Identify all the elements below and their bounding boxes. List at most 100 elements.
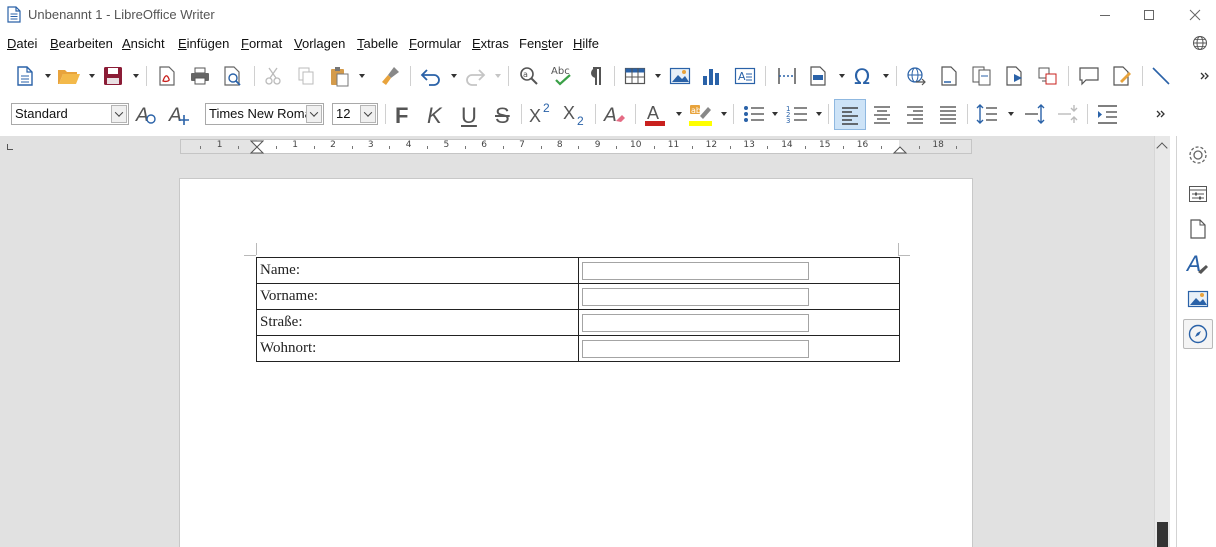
- document-page[interactable]: Name: Vorname: Straße: Wohnort:: [179, 178, 973, 547]
- save-dropdown-arrow[interactable]: [133, 74, 139, 78]
- table-dropdown-arrow[interactable]: [655, 74, 661, 78]
- sidebar-navigator-tab[interactable]: [1183, 319, 1213, 349]
- minimize-button[interactable]: [1082, 0, 1128, 30]
- update-style-button[interactable]: A: [134, 100, 160, 128]
- paragraph-style-combo[interactable]: Standard: [11, 103, 129, 125]
- increase-paragraph-spacing-button[interactable]: [1021, 100, 1047, 128]
- cross-ref-field-button[interactable]: [1035, 62, 1061, 90]
- cut-button[interactable]: [260, 62, 286, 90]
- print-button[interactable]: [187, 62, 213, 90]
- line-spacing-button[interactable]: [974, 100, 1000, 128]
- undo-dropdown-arrow[interactable]: [451, 74, 457, 78]
- special-character-dropdown-arrow[interactable]: [883, 74, 889, 78]
- insert-table-button[interactable]: [622, 62, 648, 90]
- spelling-button[interactable]: Abc: [549, 62, 575, 90]
- menu-bearbeiten[interactable]: Bearbeiten: [50, 36, 113, 51]
- cross-reference-button[interactable]: [969, 62, 995, 90]
- menu-einfuegen[interactable]: Einfügen: [178, 36, 229, 51]
- undo-button[interactable]: [418, 62, 444, 90]
- scroll-up-icon[interactable]: [1156, 142, 1168, 154]
- export-pdf-button[interactable]: [154, 62, 180, 90]
- numbering-dropdown-arrow[interactable]: [816, 112, 822, 116]
- field-dropdown-arrow[interactable]: [839, 74, 845, 78]
- paste-button[interactable]: [326, 62, 352, 90]
- italic-button[interactable]: K: [422, 100, 448, 128]
- new-style-button[interactable]: A: [167, 100, 193, 128]
- scrollbar-thumb[interactable]: [1157, 522, 1168, 547]
- formatting-overflow-button[interactable]: [1152, 100, 1170, 128]
- insert-comment-button[interactable]: [1076, 62, 1102, 90]
- align-right-button[interactable]: [902, 100, 928, 128]
- strasse-field[interactable]: [582, 313, 809, 332]
- vorname-field[interactable]: [582, 287, 809, 306]
- menu-extras[interactable]: Extras: [472, 36, 509, 51]
- subscript-button[interactable]: X2: [562, 100, 588, 128]
- page-break-button[interactable]: [774, 62, 800, 90]
- font-size-combo[interactable]: 12: [332, 103, 378, 125]
- print-preview-button[interactable]: [220, 62, 246, 90]
- insert-line-button[interactable]: [1148, 62, 1174, 90]
- new-dropdown-arrow[interactable]: [45, 74, 51, 78]
- highlight-color-dropdown-arrow[interactable]: [721, 112, 727, 116]
- redo-dropdown-arrow[interactable]: [495, 74, 501, 78]
- formatting-marks-button[interactable]: [581, 62, 607, 90]
- bullets-dropdown-arrow[interactable]: [772, 112, 778, 116]
- sidebar-gallery-tab[interactable]: [1183, 284, 1213, 314]
- decrease-paragraph-spacing-button[interactable]: [1054, 100, 1080, 128]
- paste-dropdown-arrow[interactable]: [359, 74, 365, 78]
- redo-button[interactable]: [462, 62, 488, 90]
- align-center-button[interactable]: [869, 100, 895, 128]
- new-document-button[interactable]: [12, 62, 38, 90]
- document-workspace[interactable]: 1 1 2 3 4 5 6 7 8 9 10 11 12 13 14 15 16 18 Name: Vorname…: [0, 136, 1154, 547]
- menu-ansicht[interactable]: Ansicht: [122, 36, 165, 51]
- underline-button[interactable]: U: [455, 100, 481, 128]
- special-character-button[interactable]: Ω: [850, 62, 876, 90]
- bold-button[interactable]: F: [390, 100, 416, 128]
- open-dropdown-arrow[interactable]: [89, 74, 95, 78]
- sidebar-menu-button[interactable]: [1183, 140, 1213, 170]
- menu-tabelle[interactable]: Tabelle: [357, 36, 398, 51]
- highlight-color-button[interactable]: ab: [688, 100, 714, 128]
- font-name-dropdown-arrow[interactable]: [306, 105, 322, 123]
- align-left-button[interactable]: [834, 99, 866, 130]
- copy-button[interactable]: [293, 62, 319, 90]
- insert-chart-button[interactable]: [699, 62, 725, 90]
- track-changes-button[interactable]: [1109, 62, 1135, 90]
- numbering-button[interactable]: 123: [784, 100, 810, 128]
- bullets-button[interactable]: [741, 100, 767, 128]
- maximize-button[interactable]: [1126, 0, 1172, 30]
- left-indent-marker[interactable]: [250, 140, 264, 154]
- bookmark-button[interactable]: [1002, 62, 1028, 90]
- name-field[interactable]: [582, 261, 809, 280]
- menu-formular[interactable]: Formular: [409, 36, 461, 51]
- tab-stop-selector[interactable]: [7, 144, 13, 150]
- sidebar-page-tab[interactable]: [1183, 214, 1213, 244]
- insert-image-button[interactable]: [667, 62, 693, 90]
- insert-textbox-button[interactable]: A: [732, 62, 758, 90]
- wohnort-field[interactable]: [582, 339, 809, 358]
- sidebar-styles-tab[interactable]: A: [1183, 249, 1213, 279]
- hyperlink-button[interactable]: [903, 62, 929, 90]
- open-button[interactable]: [56, 62, 82, 90]
- right-indent-marker[interactable]: [893, 140, 907, 154]
- menu-hilfe[interactable]: Hilfe: [573, 36, 599, 51]
- menu-fenster[interactable]: Fenster: [519, 36, 563, 51]
- menu-vorlagen[interactable]: Vorlagen: [294, 36, 345, 51]
- footnote-button[interactable]: [936, 62, 962, 90]
- sidebar-properties-tab[interactable]: [1183, 179, 1213, 209]
- vertical-scrollbar[interactable]: [1154, 136, 1170, 547]
- font-name-combo[interactable]: Times New Roman: [205, 103, 324, 125]
- font-color-dropdown-arrow[interactable]: [676, 112, 682, 116]
- save-button[interactable]: [100, 62, 126, 90]
- horizontal-ruler[interactable]: 1 1 2 3 4 5 6 7 8 9 10 11 12 13 14 15 16 18: [180, 139, 972, 154]
- paragraph-style-dropdown-arrow[interactable]: [111, 105, 127, 123]
- justify-button[interactable]: [935, 100, 961, 128]
- font-size-dropdown-arrow[interactable]: [360, 105, 376, 123]
- clear-formatting-button[interactable]: A: [602, 100, 628, 128]
- line-spacing-dropdown-arrow[interactable]: [1008, 112, 1014, 116]
- increase-indent-button[interactable]: [1094, 100, 1120, 128]
- find-replace-button[interactable]: a: [516, 62, 542, 90]
- insert-field-button[interactable]: [806, 62, 832, 90]
- font-color-button[interactable]: A: [642, 100, 668, 128]
- close-button[interactable]: [1172, 0, 1216, 30]
